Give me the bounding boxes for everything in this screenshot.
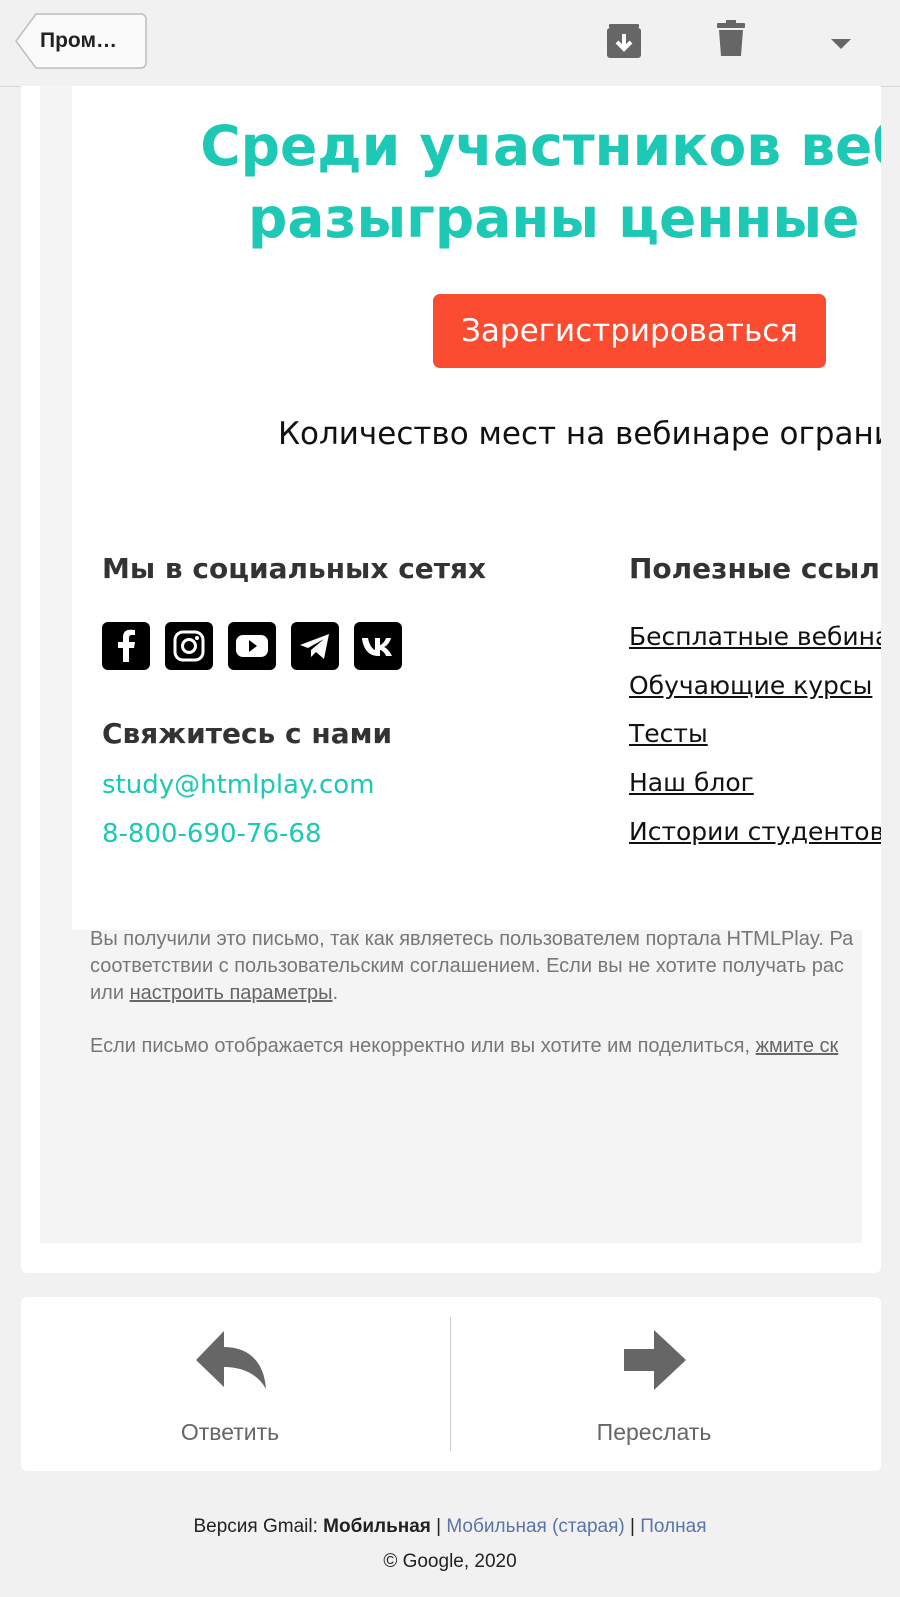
trash-icon[interactable] (716, 18, 746, 64)
reply-button[interactable]: Ответить (21, 1297, 450, 1471)
telegram-icon[interactable] (291, 622, 339, 670)
fine-print-line3: или настроить параметры. (90, 982, 339, 1004)
settings-link[interactable]: настроить параметры (130, 982, 333, 1004)
social-heading: Мы в социальных сетях (102, 552, 487, 585)
contact-heading: Свяжитесь с нами (102, 717, 393, 750)
headline-line1: Среди участников вебинар (200, 114, 881, 178)
share-link[interactable]: жмите ск (756, 1035, 839, 1057)
top-toolbar: Пром… (0, 0, 900, 87)
archive-icon[interactable] (605, 18, 643, 66)
copyright: © Google, 2020 (383, 1551, 517, 1572)
useful-link-blog[interactable]: Наш блог (629, 768, 754, 797)
reply-icon (196, 1331, 266, 1389)
headline-line2: разыграны ценные при (248, 186, 881, 250)
useful-link-tests[interactable]: Тесты (629, 719, 708, 748)
vk-icon[interactable] (354, 622, 402, 670)
email-card: Вы получили это письмо, так как являетес… (21, 86, 881, 1273)
useful-link-webinars[interactable]: Бесплатные вебинар (629, 622, 881, 651)
facebook-icon[interactable] (102, 622, 150, 670)
contact-phone-link[interactable]: 8-800-690-76-68 (102, 819, 322, 849)
reply-label: Ответить (180, 1419, 280, 1445)
youtube-icon[interactable] (228, 622, 276, 670)
forward-button[interactable]: Переслать (451, 1297, 881, 1471)
forward-icon (624, 1330, 686, 1390)
version-prefix: Версия Gmail: (193, 1516, 324, 1537)
register-button[interactable]: Зарегистрироваться (433, 294, 826, 368)
version-current: Мобильная (323, 1516, 431, 1537)
fine-print-line2: соответствии с пользовательским соглашен… (90, 955, 844, 977)
forward-label: Переслать (596, 1419, 712, 1445)
email-content: Среди участников вебинар разыграны ценны… (72, 86, 881, 930)
fine-print-line1: Вы получили это письмо, так как являетес… (90, 928, 854, 950)
useful-links-heading: Полезные ссылки (629, 552, 881, 585)
instagram-icon[interactable] (165, 622, 213, 670)
fine-print-share: Если письмо отображается некорректно или… (90, 1035, 839, 1057)
message-actions: Ответить Переслать (21, 1297, 881, 1471)
version-old-mobile-link[interactable]: Мобильная (старая) (446, 1516, 624, 1537)
back-button-label: Пром… (40, 29, 118, 52)
version-full-link[interactable]: Полная (640, 1516, 706, 1537)
contact-email-link[interactable]: study@htmlplay.com (102, 770, 374, 800)
gmail-version-bar: Версия Gmail: Мобильная | Мобильная (ста… (193, 1516, 707, 1537)
back-button[interactable]: Пром… (14, 13, 148, 69)
seats-limited-text: Количество мест на вебинаре ограни (278, 416, 881, 452)
useful-link-stories[interactable]: Истории студентов (629, 817, 881, 846)
useful-link-courses[interactable]: Обучающие курсы (629, 671, 872, 700)
chevron-down-icon[interactable] (830, 36, 852, 55)
